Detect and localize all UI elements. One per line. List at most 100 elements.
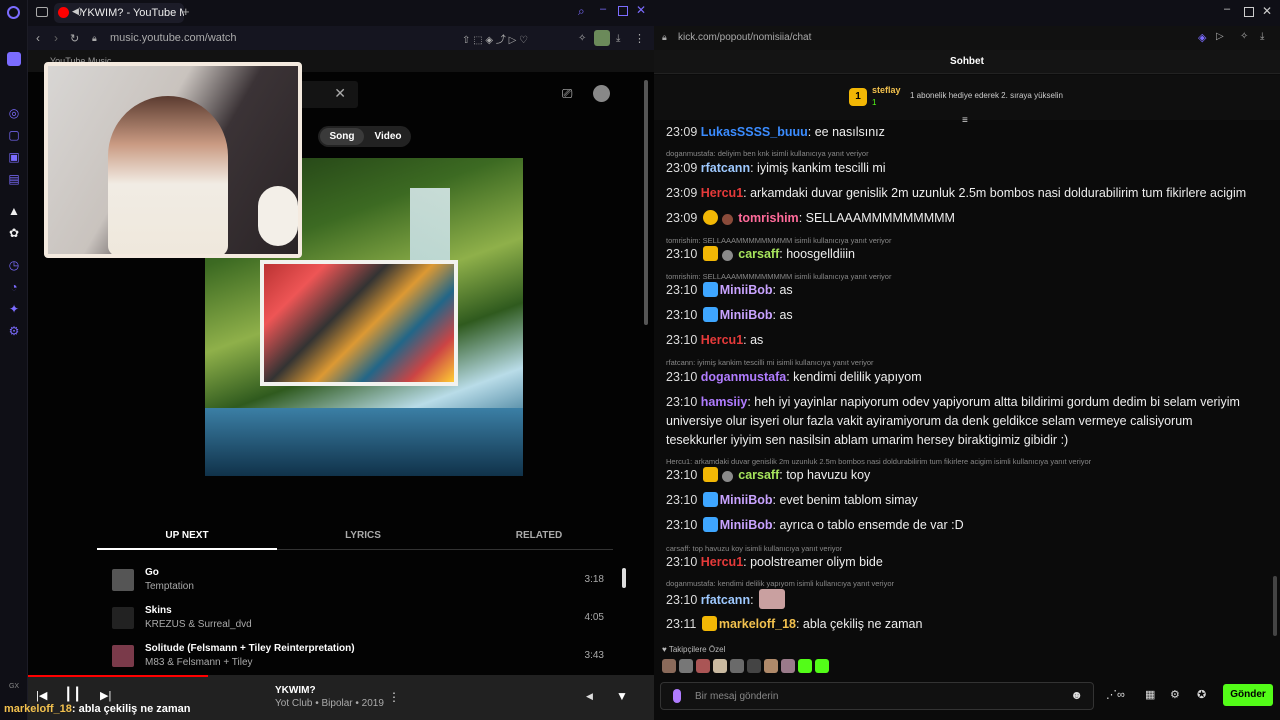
toolbar-icons[interactable]: ⇧ ⬚ ◈ ⤴ ▷ ♡	[462, 31, 528, 46]
chat-message[interactable]: 23:10 Hercu1: poolstreamer oliym bide	[666, 553, 883, 572]
emote-icon[interactable]	[679, 659, 693, 673]
msg-user[interactable]: MiniiBob	[720, 493, 773, 507]
extensions-icon[interactable]: ✧	[578, 33, 586, 44]
kick-url[interactable]: kick.com/popout/nomisiia/chat	[678, 32, 811, 43]
expand-icon[interactable]: ▼	[616, 689, 628, 703]
chat-message[interactable]: 23:11 markeloff_18: abla çekiliş ne zama…	[666, 615, 922, 634]
list-item[interactable]: Skins KREZUS & Surreal_dvd 4:05	[108, 600, 608, 638]
msg-user[interactable]: tomrishim	[738, 211, 798, 225]
chat-scrollbar[interactable]	[1273, 576, 1277, 636]
chat-message[interactable]: 23:10 Hercu1: as	[666, 331, 763, 350]
settings-icon[interactable]: ⚙	[7, 324, 21, 338]
maximize-button[interactable]	[618, 6, 628, 16]
clock-icon[interactable]: ◔	[7, 280, 21, 294]
next-button[interactable]: ▶|	[100, 689, 111, 702]
gift-icon[interactable]: ✪	[1197, 688, 1206, 701]
emote-icon[interactable]	[730, 659, 744, 673]
chat-message[interactable]: 23:10 MiniiBob: as	[666, 306, 793, 325]
pause-button[interactable]: | |	[66, 685, 79, 703]
bookmark-icon[interactable]: ▢	[7, 128, 21, 142]
msg-user[interactable]: carsaff	[738, 247, 779, 261]
msg-user[interactable]: rfatcann	[701, 161, 750, 175]
home-icon[interactable]	[7, 52, 21, 66]
account-avatar[interactable]	[593, 85, 610, 102]
chat-message[interactable]: 23:09 LukasSSSS_buuu: ee nasılsınız	[666, 123, 885, 142]
close-button[interactable]: ✕	[636, 3, 646, 17]
song-toggle[interactable]: Song	[320, 128, 364, 145]
emote-icon[interactable]	[815, 659, 829, 673]
player-icon[interactable]: ▤	[7, 172, 21, 186]
chat-message[interactable]: 23:10 doganmustafa: kendimi delilik yapı…	[666, 368, 922, 387]
chat-tools-icon[interactable]: ⋰∞	[1106, 688, 1125, 701]
search-icon[interactable]: ⌕	[578, 4, 585, 19]
chat-message[interactable]: 23:10 carsaff: top havuzu koy	[666, 466, 870, 485]
openai-icon[interactable]: ✿	[7, 226, 21, 240]
chat-message[interactable]: 23:10 carsaff: hoosgelldiiin	[666, 245, 855, 264]
close-button[interactable]: ✕	[1262, 4, 1272, 18]
cast-icon[interactable]: ⎚	[562, 86, 572, 102]
tab-switch-icon[interactable]	[36, 7, 48, 17]
chat-message[interactable]: 23:10 MiniiBob: as	[666, 281, 793, 300]
previous-button[interactable]: |◀	[36, 689, 47, 702]
volume-icon[interactable]: ◀	[586, 691, 593, 702]
aria-icon[interactable]: ▲	[7, 204, 21, 218]
clear-search-icon[interactable]: ✕	[334, 85, 346, 102]
leader-username[interactable]: steflay	[872, 85, 901, 95]
chat-message[interactable]: 23:10 hamsiiy: heh iyi yayinlar napiyoru…	[666, 393, 1240, 412]
msg-user[interactable]: doganmustafa	[701, 370, 786, 384]
settings-icon[interactable]: ⚙	[1170, 688, 1180, 701]
forward-button[interactable]: ›	[54, 31, 58, 45]
chat-message[interactable]: 23:09 Hercu1: arkamdaki duvar genislik 2…	[666, 184, 1246, 203]
progress-bar[interactable]	[28, 675, 208, 677]
chat-message[interactable]: 23:09 tomrishim: SELLAAAMMMMMMMMM	[666, 209, 955, 228]
emote-icon[interactable]	[696, 659, 710, 673]
tab-related[interactable]: RELATED	[489, 530, 589, 541]
history-icon[interactable]: ◷	[7, 258, 21, 272]
video-toggle[interactable]: Video	[366, 128, 410, 145]
send-button[interactable]: Gönder	[1223, 684, 1273, 706]
profile-avatar[interactable]	[594, 30, 610, 46]
emote-icon[interactable]	[747, 659, 761, 673]
chat-message[interactable]: 23:10 rfatcann:	[666, 589, 787, 610]
chat-message[interactable]: 23:10 MiniiBob: evet benim tablom simay	[666, 491, 918, 510]
back-button[interactable]: ‹	[36, 31, 40, 45]
emoji-icon[interactable]: ☻	[1070, 688, 1083, 702]
list-item[interactable]: Solitude (Felsmann + Tiley Reinterpretat…	[108, 638, 608, 676]
messenger-icon[interactable]: ◎	[7, 106, 21, 120]
url-field[interactable]: music.youtube.com/watch	[110, 32, 237, 44]
msg-user[interactable]: Hercu1	[701, 186, 743, 200]
tab-up-next[interactable]: UP NEXT	[137, 530, 237, 541]
emote-icon[interactable]	[662, 659, 676, 673]
wallet-icon[interactable]: ▣	[7, 150, 21, 164]
opera-logo-icon[interactable]	[7, 6, 20, 19]
download-icon[interactable]: ⤓	[616, 33, 620, 44]
msg-user[interactable]: MiniiBob	[720, 308, 773, 322]
emote-icon[interactable]	[781, 659, 795, 673]
maximize-button[interactable]	[1244, 7, 1254, 17]
msg-user[interactable]: markeloff_18	[719, 617, 796, 631]
msg-user[interactable]: LukasSSSS_buuu	[701, 125, 808, 139]
menu-icon[interactable]: ⋮	[634, 32, 645, 45]
emote-icon[interactable]	[764, 659, 778, 673]
msg-user[interactable]: Hercu1	[701, 333, 743, 347]
msg-user[interactable]: Hercu1	[701, 555, 743, 569]
emote-icon[interactable]	[798, 659, 812, 673]
extensions-icon[interactable]: ✧	[1240, 31, 1248, 42]
msg-user[interactable]: carsaff	[738, 468, 779, 482]
tab-lyrics[interactable]: LYRICS	[313, 530, 413, 541]
msg-user[interactable]: rfatcann	[701, 593, 750, 607]
msg-user[interactable]: hamsiiy	[701, 395, 748, 409]
reload-button[interactable]: ↻	[70, 32, 79, 45]
minimize-button[interactable]: –	[1224, 3, 1230, 15]
more-options-icon[interactable]: ⋮	[388, 690, 400, 704]
share-icon[interactable]: ▷	[1216, 31, 1224, 42]
page-scrollbar[interactable]	[644, 80, 648, 325]
shield-icon[interactable]: ◈	[1198, 31, 1206, 44]
message-composer[interactable]: Bir mesaj gönderin ☻	[660, 682, 1094, 710]
emote-icon[interactable]	[713, 659, 727, 673]
msg-user[interactable]: MiniiBob	[720, 283, 773, 297]
minimize-button[interactable]: –	[600, 3, 606, 15]
new-tab-button[interactable]: +	[182, 4, 190, 19]
list-item[interactable]: Go Temptation 3:18	[108, 562, 608, 600]
tab-youtube-music[interactable]: ◀) YKWIM? - YouTube Music	[54, 3, 184, 23]
